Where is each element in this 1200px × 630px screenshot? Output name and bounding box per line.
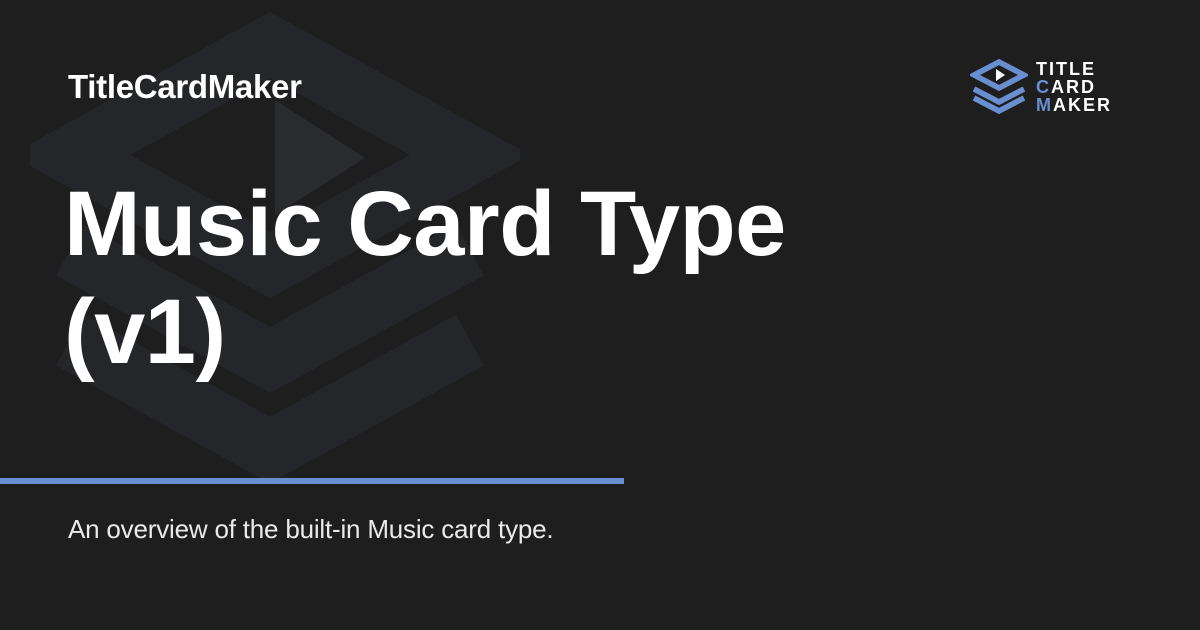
brand-rest: ITLE	[1049, 59, 1096, 79]
brand-logo: TITLE CARD MAKER	[970, 58, 1112, 116]
page-title: Music Card Type (v1)	[64, 173, 786, 383]
brand-line-2: CARD	[1036, 78, 1112, 96]
brand-line-1: TITLE	[1036, 60, 1112, 78]
brand-initial: M	[1036, 95, 1053, 115]
brand-rest: ARD	[1051, 77, 1096, 97]
brand-wordmark: TITLE CARD MAKER	[1036, 60, 1112, 114]
layered-play-icon	[970, 58, 1028, 115]
page-description: An overview of the built-in Music card t…	[68, 514, 554, 544]
social-card: TitleCardMaker Music Card Type (v1) An o…	[0, 0, 1200, 630]
site-name: TitleCardMaker	[68, 68, 302, 105]
brand-line-3: MAKER	[1036, 96, 1112, 114]
brand-initial: T	[1036, 59, 1049, 79]
brand-initial: C	[1036, 77, 1051, 97]
brand-rest: AKER	[1053, 95, 1113, 115]
accent-divider	[0, 478, 624, 484]
